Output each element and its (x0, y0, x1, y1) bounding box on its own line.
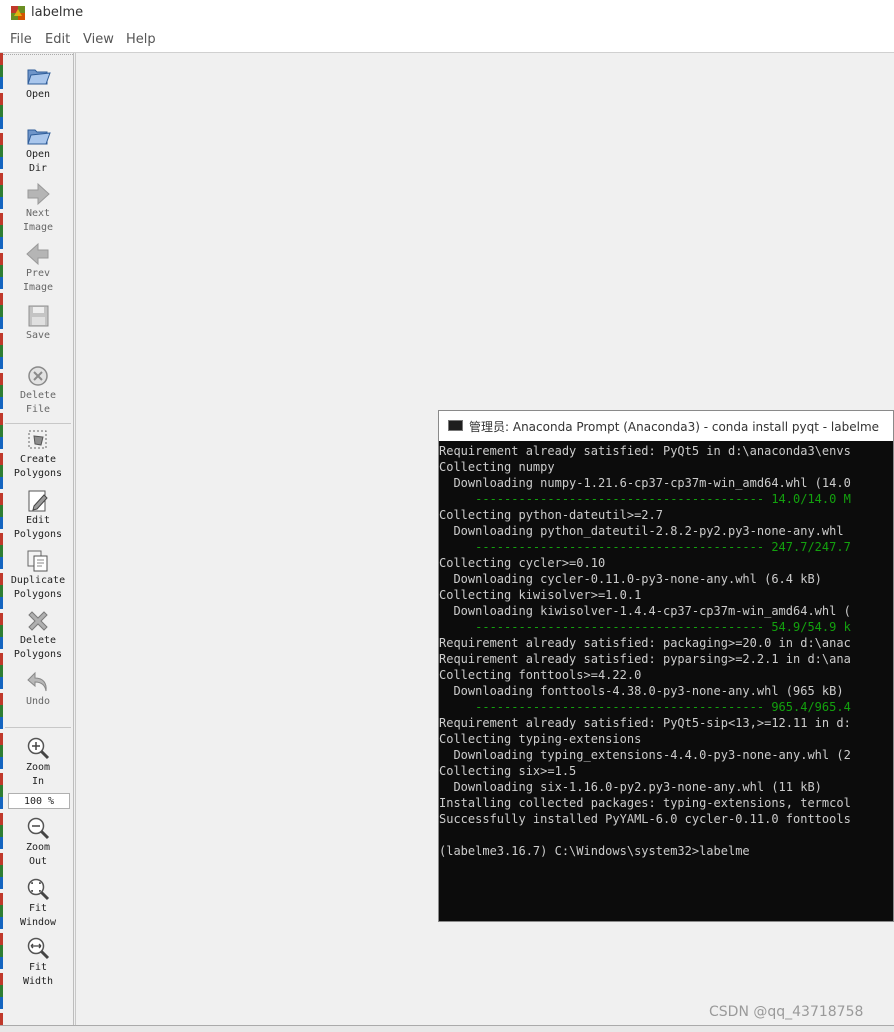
menu-edit[interactable]: Edit (45, 32, 70, 47)
terminal-line: Collecting cycler>=0.10 (439, 556, 606, 570)
open-directory-icon (27, 129, 51, 145)
next-image-button[interactable]: Next Image (3, 181, 73, 235)
undo-arrow-icon (27, 671, 47, 692)
delete-polygons-button[interactable]: Delete Polygons (3, 608, 73, 662)
terminal-line: Collecting fonttools>=4.22.0 (439, 668, 642, 682)
terminal-icon (448, 420, 463, 431)
menu-help[interactable]: Help (126, 32, 156, 47)
create-polygons-button[interactable]: Create Polygons (3, 427, 73, 481)
terminal-output[interactable]: Requirement already satisfied: PyQt5 in … (439, 443, 893, 859)
terminal-line: Downloading six-1.16.0-py2.py3-none-any.… (439, 780, 822, 794)
fit-window-label: Fit Window (19, 903, 57, 928)
terminal-line: Downloading cycler-0.11.0-py3-none-any.w… (439, 572, 822, 586)
terminal-line: Collecting kiwisolver>=1.0.1 (439, 588, 642, 602)
open-dir-button[interactable]: Open Dir (3, 122, 73, 176)
zoom-in-icon (27, 737, 50, 760)
save-label: Save (25, 330, 51, 341)
fit-width-icon (27, 937, 50, 960)
terminal-line: Requirement already satisfied: packaging… (439, 636, 851, 650)
zoom-out-button[interactable]: Zoom Out (3, 815, 73, 869)
terminal-line: Downloading numpy-1.21.6-cp37-cp37m-win_… (439, 476, 851, 490)
terminal-line: Collecting python-dateutil>=2.7 (439, 508, 663, 522)
open-dir-label: Open Dir (25, 149, 51, 174)
menu-view[interactable]: View (83, 32, 114, 47)
terminal-line: Collecting numpy (439, 460, 555, 474)
terminal-line: Downloading python_dateutil-2.8.2-py2.py… (439, 524, 844, 538)
prev-image-label: Prev Image (22, 268, 54, 293)
terminal-line: ----------------------------------------… (439, 620, 851, 634)
delete-file-label: Delete File (19, 390, 57, 415)
toolbar-separator (5, 423, 71, 424)
duplicate-polygons-button[interactable]: Duplicate Polygons (3, 548, 73, 602)
terminal-line: ----------------------------------------… (439, 540, 851, 554)
save-button[interactable]: Save (3, 303, 73, 343)
undo-label: Undo (25, 696, 51, 707)
delete-file-button[interactable]: Delete File (3, 363, 73, 417)
fit-width-label: Fit Width (22, 962, 54, 987)
zoom-in-label: Zoom In (25, 762, 51, 787)
zoom-out-icon (27, 817, 50, 840)
toolbar-handle[interactable] (3, 54, 73, 55)
duplicate-icon (27, 550, 48, 572)
fit-width-button[interactable]: Fit Width (3, 935, 73, 989)
terminal-line: Requirement already satisfied: PyQt5-sip… (439, 716, 851, 730)
terminal-line: Requirement already satisfied: pyparsing… (439, 652, 851, 666)
terminal-line: Downloading kiwisolver-1.4.4-cp37-cp37m-… (439, 604, 851, 618)
menu-file[interactable]: File (10, 32, 32, 47)
fit-window-icon (27, 878, 50, 901)
open-folder-icon (27, 69, 51, 85)
window-title: labelme (31, 5, 84, 20)
arrow-left-icon (26, 242, 49, 266)
terminal-line: Installing collected packages: typing-ex… (439, 796, 851, 810)
window-titlebar: labelme (0, 0, 894, 30)
terminal-line: Successfully installed PyYAML-6.0 cycler… (439, 812, 851, 826)
menu-bar: File Edit View Help (0, 30, 894, 53)
delete-circle-icon (28, 366, 48, 386)
toolbar-separator (5, 727, 71, 728)
duplicate-polygons-label: Duplicate Polygons (10, 575, 66, 600)
arrow-right-icon (27, 182, 50, 206)
terminal-line: Collecting six>=1.5 (439, 764, 577, 778)
edit-polygons-button[interactable]: Edit Polygons (3, 488, 73, 542)
prev-image-button[interactable]: Prev Image (3, 241, 73, 295)
delete-polygons-label: Delete Polygons (13, 635, 63, 660)
fit-window-button[interactable]: Fit Window (3, 876, 73, 930)
labelme-app-icon (11, 6, 25, 20)
terminal-title: 管理员: Anaconda Prompt (Anaconda3) - conda… (469, 420, 880, 434)
create-polygon-icon (28, 430, 47, 449)
terminal-line: (labelme3.16.7) C:\Windows\system32>labe… (439, 844, 750, 858)
next-image-label: Next Image (22, 208, 54, 233)
terminal-titlebar[interactable]: 管理员: Anaconda Prompt (Anaconda3) - conda… (439, 411, 893, 441)
floppy-disk-icon (28, 305, 49, 327)
edit-document-icon (28, 490, 48, 512)
terminal-line: Downloading fonttools-4.38.0-py3-none-an… (439, 684, 844, 698)
open-button[interactable]: Open (3, 62, 73, 102)
terminal-line: Requirement already satisfied: PyQt5 in … (439, 444, 851, 458)
tools-toolbar: Open Open Dir Next Image Prev Image Save (3, 53, 74, 1025)
terminal-line: Downloading typing_extensions-4.4.0-py3-… (439, 748, 851, 762)
terminal-line: Collecting typing-extensions (439, 732, 642, 746)
delete-cross-icon (28, 611, 48, 631)
watermark-text: CSDN @qq_43718758 (709, 1004, 864, 1020)
zoom-in-button[interactable]: Zoom In (3, 735, 73, 789)
undo-button[interactable]: Undo (3, 669, 73, 709)
terminal-line: ----------------------------------------… (439, 700, 851, 714)
terminal-line: ----------------------------------------… (439, 492, 851, 506)
create-polygons-label: Create Polygons (13, 454, 63, 479)
open-label: Open (25, 89, 51, 100)
terminal-window[interactable]: 管理员: Anaconda Prompt (Anaconda3) - conda… (438, 410, 894, 922)
edit-polygons-label: Edit Polygons (13, 515, 63, 540)
zoom-out-label: Zoom Out (25, 842, 51, 867)
zoom-level-spinbox[interactable]: 100 % (8, 793, 70, 809)
